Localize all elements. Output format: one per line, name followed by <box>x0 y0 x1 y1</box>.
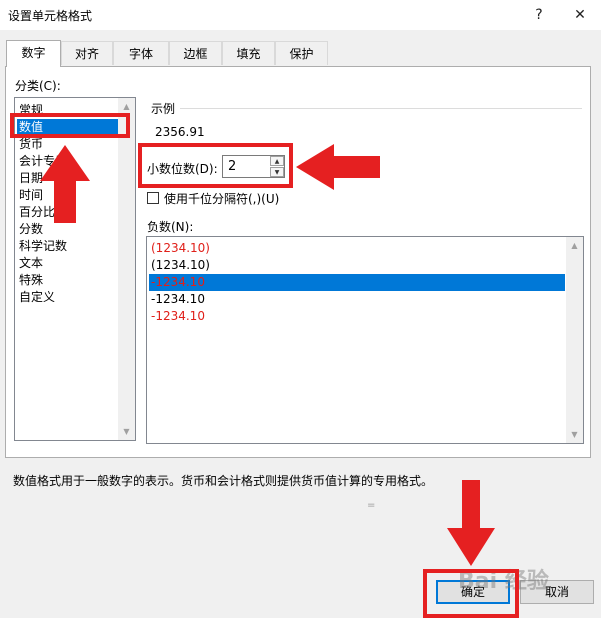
format-description: 数值格式用于一般数字的表示。货币和会计格式则提供货币值计算的专用格式。 <box>13 474 434 488</box>
tab-fill[interactable]: 填充 <box>222 41 275 65</box>
negative-item[interactable]: -1234.10 <box>149 291 205 308</box>
tab-alignment[interactable]: 对齐 <box>61 41 113 65</box>
negative-scrollbar[interactable]: ▲ ▼ <box>566 237 583 443</box>
tab-bar: 数字 对齐 字体 边框 填充 保护 <box>0 40 601 67</box>
negative-numbers-label: 负数(N): <box>147 220 194 234</box>
arrow-up-icon <box>40 145 90 223</box>
resize-grip: = <box>367 500 376 511</box>
arrow-down-icon <box>447 480 495 566</box>
negative-item[interactable]: (1234.10) <box>149 240 210 257</box>
scroll-up-icon[interactable]: ▲ <box>566 237 583 254</box>
negative-item[interactable]: (1234.10) <box>149 257 210 274</box>
highlight-box-number-category <box>10 113 130 138</box>
tab-border[interactable]: 边框 <box>169 41 222 65</box>
category-scrollbar[interactable]: ▲ ▼ <box>118 98 135 440</box>
close-icon: ✕ <box>574 7 586 23</box>
tab-number[interactable]: 数字 <box>6 40 61 67</box>
negative-numbers-list[interactable]: (1234.10) (1234.10) -1234.10 -1234.10 -1… <box>146 236 584 444</box>
category-item-text[interactable]: 文本 <box>17 255 43 272</box>
highlight-box-decimal-places <box>138 143 293 188</box>
category-label: 分类(C): <box>15 79 61 93</box>
help-button[interactable]: ? <box>519 0 559 30</box>
window-title: 设置单元格格式 <box>8 9 93 23</box>
thousands-separator-checkbox[interactable] <box>147 192 159 204</box>
category-item-scientific[interactable]: 科学记数 <box>17 238 67 255</box>
highlight-box-ok-button <box>423 569 519 618</box>
sample-value: 2356.91 <box>155 125 205 139</box>
category-item-custom[interactable]: 自定义 <box>17 289 55 306</box>
sample-group-line <box>180 108 582 109</box>
negative-item[interactable]: -1234.10 <box>149 308 205 325</box>
scroll-down-icon[interactable]: ▼ <box>566 426 583 443</box>
close-button[interactable]: ✕ <box>560 0 600 30</box>
tab-protection[interactable]: 保护 <box>275 41 328 65</box>
thousands-separator-label[interactable]: 使用千位分隔符(,)(U) <box>164 190 279 207</box>
sample-label: 示例 <box>151 102 176 116</box>
help-icon: ? <box>535 7 543 23</box>
arrow-left-icon <box>296 144 380 190</box>
tab-font[interactable]: 字体 <box>113 41 169 65</box>
category-item-special[interactable]: 特殊 <box>17 272 43 289</box>
negative-item-selected[interactable]: -1234.10 <box>149 274 565 291</box>
scroll-down-icon[interactable]: ▼ <box>118 423 135 440</box>
